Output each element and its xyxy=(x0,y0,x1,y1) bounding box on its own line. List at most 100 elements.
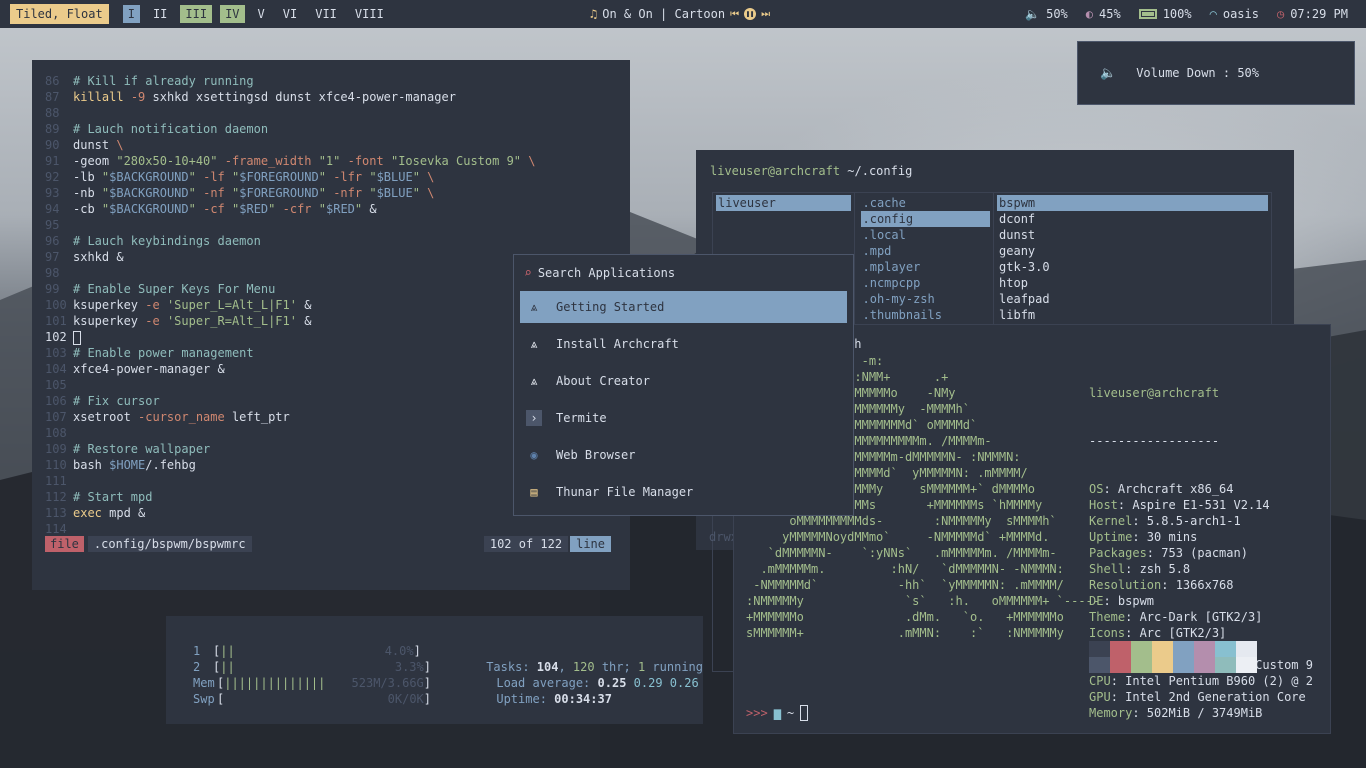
layout-indicator[interactable]: Tiled, Float xyxy=(10,4,109,24)
info-line: Theme: Arc-Dark [GTK2/3] xyxy=(1089,610,1263,624)
line-number: 106 xyxy=(45,394,67,408)
launcher-item[interactable]: ◉ Web Browser xyxy=(520,439,847,471)
brightness-widget[interactable]: ◐ 45% xyxy=(1086,7,1121,21)
launcher-item[interactable]: ▤ Thunar File Manager xyxy=(520,476,847,508)
statusline-filepath: .config/bspwm/bspwmrc xyxy=(87,536,252,552)
ranger-item[interactable]: liveuser xyxy=(716,195,851,211)
ranger-item[interactable]: .mpd xyxy=(861,243,991,259)
statusline-unit: line xyxy=(570,536,611,552)
ranger-item[interactable]: .cache xyxy=(861,195,991,211)
workspace-8[interactable]: VIII xyxy=(350,5,389,23)
battery-widget[interactable]: 100% xyxy=(1138,7,1192,21)
line-number: 99 xyxy=(45,282,60,296)
launcher-item[interactable]: ⩓ Install Archcraft xyxy=(520,328,847,360)
line-text: exec mpd & xyxy=(73,506,146,520)
volume-notification[interactable]: 🔈 Volume Down : 50% xyxy=(1077,41,1355,105)
launcher-search[interactable]: ⌕ Search Applications xyxy=(520,261,847,285)
workspace-2[interactable]: II xyxy=(148,5,172,23)
launcher-item-label: Install Archcraft xyxy=(556,337,679,351)
volume-widget[interactable]: 🔈 50% xyxy=(1025,7,1068,21)
ranger-title: liveuser@archcraft ~/.config xyxy=(710,162,1280,180)
line-number: 104 xyxy=(45,362,67,376)
shell-prompt[interactable]: >>> ▆ ~ xyxy=(746,705,809,721)
brightness-icon: ◐ xyxy=(1085,7,1094,21)
search-input[interactable]: Search Applications xyxy=(538,266,675,280)
line-text: # Fix cursor xyxy=(73,394,160,408)
launcher-item[interactable]: ⩓ About Creator xyxy=(520,365,847,397)
info-line: Host: Aspire E1-531 V2.14 xyxy=(1089,498,1270,512)
notification-text: Volume Down : 50% xyxy=(1136,66,1260,80)
code-line[interactable]: 87 killall -9 sxhkd xsettingsd dunst xfce… xyxy=(45,89,630,105)
launcher-item-label: Getting Started xyxy=(556,300,665,314)
ranger-item[interactable]: dconf xyxy=(997,211,1268,227)
line-number: 108 xyxy=(45,426,67,440)
code-line[interactable]: 94 -cb "$BACKGROUND" -cf "$RED" -cfr "$RE… xyxy=(45,201,630,217)
app-launcher[interactable]: ⌕ Search Applications ⩓ Getting Started ⩓ I… xyxy=(513,254,854,516)
ranger-item[interactable]: .thumbnails xyxy=(861,307,991,323)
uptime-label: Uptime: xyxy=(496,692,555,706)
code-line[interactable]: 93 -nb "$BACKGROUND" -nf "$FOREGROUND" -n… xyxy=(45,185,630,201)
ranger-item[interactable]: geany xyxy=(997,243,1268,259)
code-line[interactable]: 91 -geom "280x50-10+40" -frame_width "1" … xyxy=(45,153,630,169)
line-number: 88 xyxy=(45,106,60,120)
info-line: Kernel: 5.8.5-arch1-1 xyxy=(1089,514,1241,528)
workspace-7[interactable]: VII xyxy=(310,5,342,23)
htop-window[interactable]: 1 [|| 4.0%] Tasks: 104, 120 thr; 1 runnin… xyxy=(166,616,703,724)
launcher-list: ⩓ Getting Started ⩓ Install Archcraft ⩓ About… xyxy=(520,291,847,508)
code-line[interactable]: 86 # Kill if already running xyxy=(45,73,630,89)
info-line: Packages: 753 (pacman) xyxy=(1089,546,1248,560)
track-title[interactable]: On & On | Cartoon xyxy=(602,7,725,21)
workspace-5[interactable]: V xyxy=(253,5,270,23)
cpu2-label: 2 xyxy=(193,660,201,674)
launcher-item-label: Web Browser xyxy=(556,448,636,462)
line-number: 91 xyxy=(45,154,60,168)
ranger-item[interactable]: .config xyxy=(860,211,991,227)
launcher-item[interactable]: ⩓ Getting Started xyxy=(520,291,847,323)
ranger-item[interactable]: dunst xyxy=(997,227,1268,243)
color-swatch xyxy=(1236,657,1257,673)
pause-icon[interactable]: ❚❚ xyxy=(744,8,757,20)
code-line[interactable]: 90 dunst \ xyxy=(45,137,630,153)
system-info: liveuser@archcraft ------------------ OS… xyxy=(1089,353,1313,733)
line-number: 113 xyxy=(45,506,67,520)
ranger-item[interactable]: gtk-3.0 xyxy=(997,259,1268,275)
next-track-icon[interactable]: ⏭ xyxy=(761,9,770,20)
cpu2-value: 3.3% xyxy=(394,660,424,674)
ranger-item[interactable]: .ncmpcpp xyxy=(861,275,991,291)
wifi-widget[interactable]: ◠ oasis xyxy=(1210,7,1259,21)
ranger-item[interactable]: .mplayer xyxy=(861,259,991,275)
code-line[interactable]: 88 xyxy=(45,105,630,121)
terminal-icon: › xyxy=(526,410,542,426)
info-line: Uptime: 30 mins xyxy=(1089,530,1198,544)
workspace-3[interactable]: III xyxy=(180,5,213,23)
launcher-item[interactable]: › Termite xyxy=(520,402,847,434)
ranger-item[interactable]: leafpad xyxy=(997,291,1268,307)
clock-widget[interactable]: ◷ 07:29 PM xyxy=(1277,7,1348,21)
ranger-item[interactable]: htop xyxy=(997,275,1268,291)
ranger-item[interactable]: libfm xyxy=(997,307,1268,323)
code-line[interactable]: 92 -lb "$BACKGROUND" -lf "$FOREGROUND" -l… xyxy=(45,169,630,185)
previous-track-icon[interactable]: ⏮ xyxy=(730,9,739,20)
workspace-4[interactable]: IV xyxy=(220,5,245,23)
ranger-item[interactable]: .oh-my-zsh xyxy=(861,291,991,307)
code-line[interactable]: 96 # Lauch keybindings daemon xyxy=(45,233,630,249)
workspace-1[interactable]: I xyxy=(122,5,140,23)
code-line[interactable]: 95 xyxy=(45,217,630,233)
line-text: # Enable Super Keys For Menu xyxy=(73,282,276,296)
color-swatch xyxy=(1215,657,1236,673)
color-swatch xyxy=(1194,641,1215,657)
line-text: dunst \ xyxy=(73,138,124,152)
line-number: 95 xyxy=(45,218,60,232)
info-line: Resolution: 1366x768 xyxy=(1089,578,1234,592)
mem-label: Mem xyxy=(193,676,215,690)
uptime-value: 00:34:37 xyxy=(554,692,612,706)
line-number: 94 xyxy=(45,202,60,216)
workspace-6[interactable]: VI xyxy=(278,5,302,23)
ranger-item[interactable]: bspwm xyxy=(997,195,1268,211)
info-line: Shell: zsh 5.8 xyxy=(1089,562,1191,576)
line-text: -geom "280x50-10+40" -frame_width "1" -f… xyxy=(73,154,536,168)
wifi-name: oasis xyxy=(1222,7,1259,21)
code-line[interactable]: 89 # Lauch notification daemon xyxy=(45,121,630,137)
ranger-item[interactable]: .local xyxy=(861,227,991,243)
code-line[interactable]: 114 xyxy=(45,521,630,537)
